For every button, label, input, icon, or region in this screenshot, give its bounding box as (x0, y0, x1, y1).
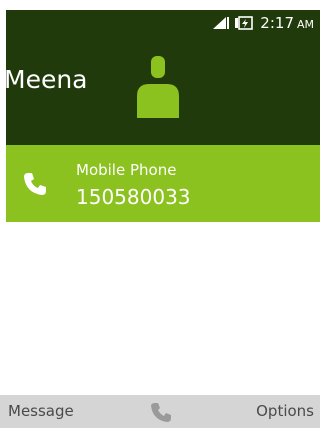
battery-charging-icon (235, 16, 254, 30)
contact-detail-screen: 2:17 AM Meena Mobile Phone 150580033 Mes… (0, 0, 320, 428)
clock-ampm: AM (296, 18, 314, 31)
clock: 2:17 AM (260, 14, 314, 32)
phone-number: 150580033 (76, 185, 191, 209)
phone-type-label: Mobile Phone (76, 161, 177, 179)
phone-icon (24, 173, 46, 195)
status-bar: 2:17 AM (212, 14, 314, 32)
signal-icon (213, 17, 230, 29)
phone-number-row[interactable]: Mobile Phone 150580033 (6, 145, 320, 222)
softkey-bar: Message Options (0, 395, 320, 428)
clock-time: 2:17 (260, 14, 294, 32)
call-icon[interactable] (150, 401, 172, 423)
options-softkey[interactable]: Options (256, 404, 314, 419)
contact-name: Meena (4, 65, 88, 94)
person-icon (137, 56, 179, 118)
message-softkey[interactable]: Message (8, 404, 74, 419)
